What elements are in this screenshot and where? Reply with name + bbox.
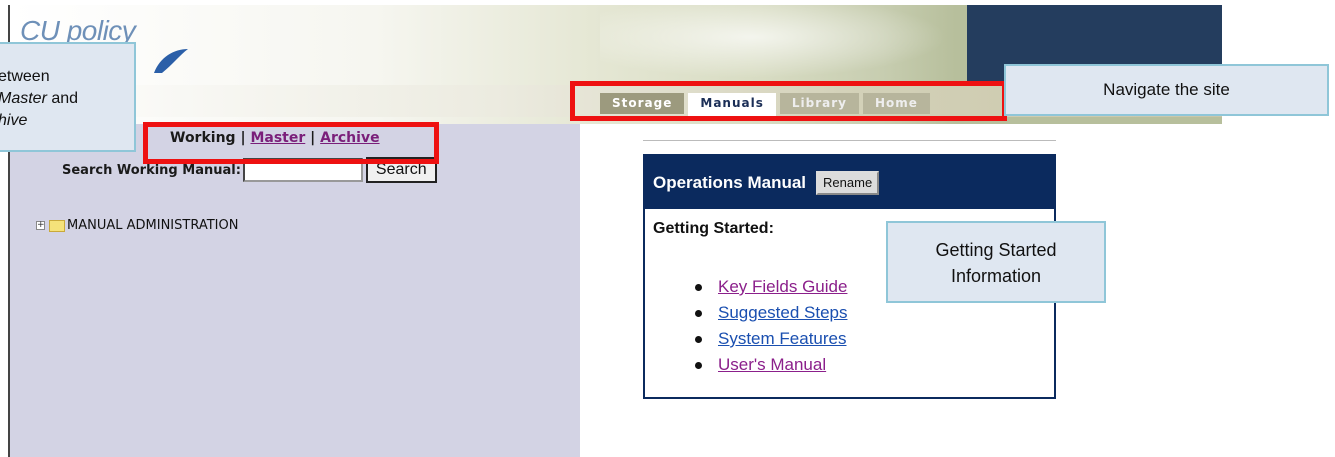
callout-and-word: and [46,90,79,107]
logo-swoosh-icon [154,49,188,73]
folder-icon [49,219,65,232]
getting-started-callout-line-1: Getting Started [935,240,1057,260]
callout-line-1: etween [0,68,50,85]
callout-archive-word: hive [0,112,28,129]
getting-started-callout: Getting Started Information [886,221,1106,303]
search-label: Search Working Manual: [62,162,241,178]
content-divider [643,140,1056,141]
bullet-icon [695,361,702,369]
list-item: User's Manual [695,352,847,378]
getting-started-list: Key Fields Guide Suggested Steps System … [695,274,847,378]
bullet-icon [695,283,702,291]
callout-master-word: Master [0,90,47,107]
nav-highlight [570,81,1007,121]
bullet-icon [695,335,702,343]
view-switcher-highlight [143,122,439,164]
users-manual-link[interactable]: User's Manual [718,355,826,375]
banner-leaf-graphic [600,5,980,85]
list-item: Key Fields Guide [695,274,847,300]
callout-line-3: hive [0,110,134,132]
callout-line-2: Master and [0,88,134,110]
system-features-link[interactable]: System Features [718,329,847,349]
getting-started-heading: Getting Started: [653,220,774,237]
manual-header: Operations Manual Rename [645,156,1054,209]
navigate-site-callout: Navigate the site [1004,64,1329,116]
navigate-site-text: Navigate the site [1103,80,1230,99]
switch-view-callout: etween Master and hive [0,42,136,152]
key-fields-guide-link[interactable]: Key Fields Guide [718,277,847,297]
manual-title: Operations Manual [653,172,807,192]
tree-item-label[interactable]: MANUAL ADMINISTRATION [67,218,238,233]
suggested-steps-link[interactable]: Suggested Steps [718,303,847,323]
expand-plus-icon[interactable]: + [36,221,45,230]
tree-item-manual-administration[interactable]: + MANUAL ADMINISTRATION [36,218,238,233]
list-item: Suggested Steps [695,300,847,326]
bullet-icon [695,309,702,317]
list-item: System Features [695,326,847,352]
getting-started-callout-line-2: Information [950,266,1042,286]
rename-button[interactable]: Rename [816,170,880,195]
